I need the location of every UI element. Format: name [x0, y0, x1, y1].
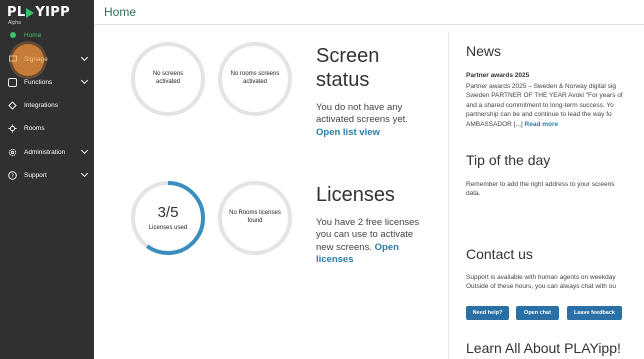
contact-body: Support is available with human agents o…: [466, 273, 644, 292]
sidebar-item-label: Rooms: [24, 124, 45, 132]
logo-text-right: YIPP: [35, 5, 70, 20]
sidebar-item-label: Administration: [24, 148, 66, 156]
screen-status-text: You do not have any activated screens ye…: [316, 102, 408, 126]
playipp-logo[interactable]: PL YIPP: [7, 5, 70, 20]
screens-status-circle: No screens activated: [131, 42, 205, 116]
open-list-view-link[interactable]: Open list view: [316, 127, 380, 138]
licenses-used-label: Licenses used: [148, 225, 188, 232]
screen-status-title-line2: status: [316, 69, 370, 91]
integrations-icon: [8, 100, 17, 110]
rooms-licenses-text: No Rooms licenses found: [229, 210, 281, 224]
licenses-used-value: 3/5: [157, 203, 179, 221]
sidebar-item-signage[interactable]: Signage: [0, 50, 94, 68]
logo-text-left: PL: [7, 5, 26, 20]
licenses-text: You have 2 free licenses you can use to …: [316, 217, 420, 253]
functions-icon: [8, 77, 17, 87]
licenses-title: Licenses: [316, 184, 395, 206]
leave-feedback-button[interactable]: Leave feedback: [567, 306, 622, 320]
panel-divider: [448, 32, 449, 359]
home-icon: [8, 31, 17, 40]
sidebar-item-rooms[interactable]: Rooms: [0, 119, 94, 137]
sidebar-item-support[interactable]: ? Support: [0, 166, 94, 184]
rooms-screens-status-text: No rooms screens activated: [230, 71, 280, 85]
sidebar-item-label: Support: [24, 171, 47, 179]
open-chat-button[interactable]: Open chat: [516, 306, 559, 320]
screens-status-text: No screens activated: [152, 71, 184, 85]
chevron-down-icon: [80, 169, 89, 178]
rooms-licenses-circle: No Rooms licenses found: [218, 181, 292, 255]
news-item-title[interactable]: Partner awards 2025: [466, 71, 644, 80]
rooms-screens-status-circle: No rooms screens activated: [218, 42, 292, 116]
tip-body: Remember to add the right address to you…: [466, 180, 644, 199]
licenses-used-content: 3/5 Licenses used: [141, 203, 195, 233]
contact-line: Outside of these hours, you can always c…: [466, 283, 616, 291]
screen-status-title: Screen status: [316, 44, 379, 92]
sidebar-item-home[interactable]: Home: [0, 26, 94, 44]
sidebar-item-label: Signage: [24, 55, 48, 63]
read-more-link[interactable]: Read more: [525, 121, 559, 128]
sidebar-item-label: Home: [24, 31, 42, 39]
learn-title: Learn All About PLAYipp!: [466, 340, 621, 356]
chevron-down-icon: [80, 53, 89, 62]
licenses-used-circle: 3/5 Licenses used: [131, 181, 205, 255]
news-title: News: [466, 43, 502, 59]
need-help-button[interactable]: Need help?: [466, 306, 509, 320]
sidebar-item-label: Integrations: [24, 101, 58, 109]
news-line: Partner awards 2025 – Sweden & Norway di…: [466, 83, 616, 90]
play-triangle-icon: [26, 7, 35, 18]
contact-title: Contact us: [466, 246, 533, 262]
signage-icon: [8, 55, 17, 64]
news-line: partnership can be and continue to lead …: [466, 111, 612, 119]
tip-line: Remember to add the right address to you…: [466, 181, 615, 188]
chevron-down-icon: [80, 76, 89, 85]
news-line: Sweden PARTNER OF THE YEAR Avoki "For ye…: [466, 92, 623, 100]
sidebar-item-administration[interactable]: Administration: [0, 143, 94, 161]
sidebar-item-functions[interactable]: Functions: [0, 73, 94, 91]
svg-text:?: ?: [11, 173, 14, 179]
page-title: Home: [104, 5, 137, 19]
news-line: and a shared commitment to long-term suc…: [466, 101, 614, 109]
gear-icon: [8, 148, 17, 157]
sidebar-item-label: Functions: [24, 78, 53, 86]
sidebar: PL YIPP Alpha Home Signage Functions Inte…: [0, 0, 94, 359]
rooms-icon: [8, 124, 17, 133]
contact-line: Support is available with human agents o…: [466, 274, 616, 281]
tip-title: Tip of the day: [466, 152, 551, 168]
chevron-down-icon: [80, 146, 89, 155]
help-icon: ?: [8, 170, 17, 180]
sidebar-item-integrations[interactable]: Integrations: [0, 96, 94, 114]
licenses-description: You have 2 free licenses you can use to …: [316, 217, 428, 266]
news-item-body: Partner awards 2025 – Sweden & Norway di…: [466, 82, 644, 129]
news-line: AMBASSADOR [...]: [466, 120, 523, 128]
tip-line: data.: [466, 190, 481, 198]
screen-status-title-line1: Screen: [316, 45, 380, 67]
top-header: Home: [94, 0, 644, 25]
screen-status-description: You do not have any activated screens ye…: [316, 102, 426, 139]
